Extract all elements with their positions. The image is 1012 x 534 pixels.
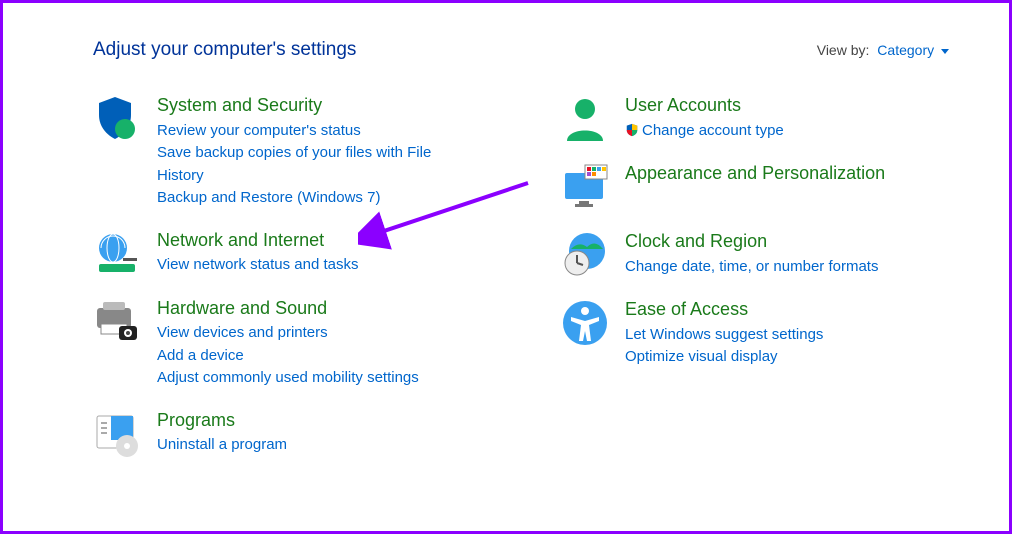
category-link[interactable]: View network status and tasks: [157, 254, 359, 277]
printer-camera-icon: [93, 298, 141, 346]
category-link[interactable]: Optimize visual display: [625, 346, 823, 369]
globe-network-icon: [93, 230, 141, 278]
category-title[interactable]: Programs: [157, 410, 287, 432]
view-by-selector[interactable]: View by: Category: [817, 42, 949, 58]
category-link[interactable]: Save backup copies of your files with Fi…: [157, 142, 481, 187]
category-link[interactable]: Adjust commonly used mobility settings: [157, 367, 419, 390]
category-appearance: Appearance and Personalization: [561, 163, 949, 211]
shield-icon: [93, 95, 141, 143]
category-system-security: System and Security Review your computer…: [93, 95, 481, 210]
category-title[interactable]: Network and Internet: [157, 230, 359, 252]
category-title[interactable]: Hardware and Sound: [157, 298, 419, 320]
category-title[interactable]: Appearance and Personalization: [625, 163, 885, 185]
category-title[interactable]: User Accounts: [625, 95, 784, 117]
category-link[interactable]: Review your computer's status: [157, 120, 481, 143]
monitor-colors-icon: [561, 163, 609, 211]
category-title[interactable]: Clock and Region: [625, 231, 878, 253]
category-link[interactable]: View devices and printers: [157, 322, 419, 345]
chevron-down-icon: [941, 49, 949, 54]
uac-shield-icon: [625, 122, 639, 136]
category-link[interactable]: Uninstall a program: [157, 434, 287, 457]
category-title[interactable]: System and Security: [157, 95, 481, 117]
category-title[interactable]: Ease of Access: [625, 299, 823, 321]
header-bar: Adjust your computer's settings View by:…: [93, 39, 949, 61]
category-link[interactable]: Add a device: [157, 345, 419, 368]
category-network-internet: Network and Internet View network status…: [93, 230, 481, 278]
category-hardware-sound: Hardware and Sound View devices and prin…: [93, 298, 481, 390]
accessibility-icon: [561, 299, 609, 347]
view-by-value: Category: [877, 42, 934, 58]
category-link[interactable]: Change account type: [625, 120, 784, 143]
category-link[interactable]: Backup and Restore (Windows 7): [157, 187, 481, 210]
category-ease-access: Ease of Access Let Windows suggest setti…: [561, 299, 949, 369]
programs-icon: [93, 410, 141, 458]
category-user-accounts: User Accounts Change account type: [561, 95, 949, 143]
category-clock-region: Clock and Region Change date, time, or n…: [561, 231, 949, 279]
globe-clock-icon: [561, 231, 609, 279]
category-link[interactable]: Let Windows suggest settings: [625, 324, 823, 347]
page-title: Adjust your computer's settings: [93, 39, 356, 61]
view-by-label: View by:: [817, 42, 870, 58]
category-programs: Programs Uninstall a program: [93, 410, 481, 458]
user-icon: [561, 95, 609, 143]
category-link[interactable]: Change date, time, or number formats: [625, 256, 878, 279]
